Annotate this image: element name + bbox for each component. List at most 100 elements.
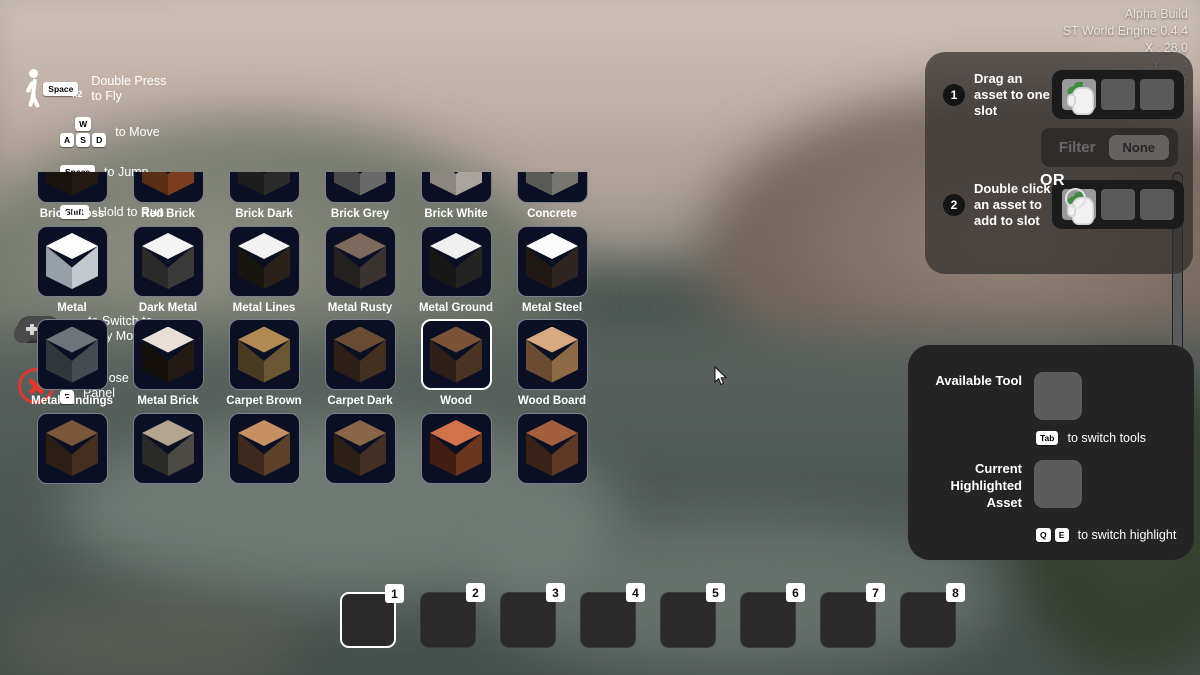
asset-tile-wood-planks[interactable] [132,412,204,484]
cube-icon [526,420,578,476]
available-tool-slot[interactable] [1034,372,1082,420]
help-step-1: 1 Drag an asset to one slot [943,70,1184,119]
cube-icon [334,420,386,476]
asset-grid: Brick Cross Red Brick Brick Dark Brick Grey… [24,172,624,489]
asset-cell: Metal Lines [216,225,312,315]
key-d: D [92,133,107,147]
cube-icon [334,326,386,383]
key-w: W [75,117,92,131]
hotbar: 1 2 3 4 5 6 7 8 [340,583,965,648]
tool-status-panel: Available Tool Tab to switch tools Curre… [908,345,1194,560]
asset-cell: Carpet Dark [312,319,408,408]
hotbar-slot-4[interactable]: 4 [580,583,645,648]
asset-tile-brick-dark[interactable] [228,172,300,203]
asset-tile-metal-steel[interactable] [516,225,588,297]
asset-cell [504,412,600,484]
cube-icon [238,326,290,383]
key-a: A [60,133,75,147]
hotbar-slot-7[interactable]: 7 [820,583,885,648]
asset-label: Carpet Dark [327,395,393,407]
asset-tile-metal[interactable] [36,225,108,297]
cube-icon [46,172,98,196]
cube-icon [142,420,194,476]
asset-tile-wood-panel[interactable] [516,412,588,484]
available-tool-label: Available Tool [935,373,1022,388]
highlighted-asset-label: Current Highlighted Asset [950,461,1023,510]
qe-hint: Q E to switch highlight [1036,528,1176,542]
asset-label: Brick White [424,208,488,220]
asset-tile-wood-red[interactable] [420,412,492,484]
asset-tile-carpet-brown[interactable] [228,319,300,390]
asset-cell: Metal Steel [504,225,600,315]
asset-tile-metal-brick[interactable] [132,319,204,390]
asset-cell [120,412,216,484]
key-multiplier-label: x2 [72,89,83,99]
asset-tile-carpet-dark[interactable] [324,319,396,390]
step-number-1: 1 [943,83,965,106]
asset-cell: Red Brick [120,172,216,221]
asset-cell: Brick Grey [312,172,408,221]
cube-icon [526,233,578,289]
asset-cell: Wood Board [504,319,600,408]
hotbar-slot-8[interactable]: 8 [900,583,965,648]
asset-cell: Carpet Brown [216,319,312,408]
asset-label: Wood Board [517,395,587,407]
asset-tile-metal-ground[interactable] [420,225,492,297]
asset-label: Brick Grey [330,208,390,220]
cube-icon [430,233,482,289]
hotbar-slot-1[interactable]: 1 [340,584,404,648]
cube-icon [46,233,98,289]
cube-icon [46,326,98,383]
highlighted-asset-slot[interactable] [1034,460,1082,508]
hotbar-slot-number: 4 [626,583,645,602]
hotbar-slot-5[interactable]: 5 [660,583,725,648]
key-tab: Tab [1036,431,1059,445]
hotbar-slot-6[interactable]: 6 [740,583,805,648]
hotbar-slot-2[interactable]: 2 [420,583,485,648]
step-number-2: 2 [943,193,965,216]
hotbar-slot-3[interactable]: 3 [500,583,565,648]
asset-tile-wood-board[interactable] [516,319,588,390]
asset-tile-brick-cross[interactable] [36,172,108,203]
movement-row-fly: Space x2 Double Press to Fly [0,69,176,109]
key-group-space-x2: Space x2 [43,82,83,99]
asset-tile-wood-dark[interactable] [324,412,396,484]
asset-tile-brick-grey[interactable] [324,172,396,203]
asset-cell: Metal Brick [120,319,216,408]
available-tool-row: Available Tool [930,372,1082,420]
asset-tile-red-brick[interactable] [132,172,204,203]
asset-tile-brick-white[interactable] [420,172,492,203]
asset-tile-dark-metal[interactable] [132,225,204,297]
cube-icon [334,233,386,289]
asset-tile-wood-light[interactable] [228,412,300,484]
asset-tile-metal-bindings[interactable] [36,319,108,390]
asset-cell [216,412,312,484]
asset-label: Metal Steel [521,301,583,314]
hotbar-slot-number: 5 [706,583,725,602]
hotbar-slot-number: 7 [866,583,885,602]
asset-label: Metal Brick [137,395,199,407]
asset-tile-metal-lines[interactable] [228,225,300,297]
asset-label: Dark Metal [138,301,198,314]
asset-tile-wood-crate[interactable] [36,412,108,484]
cube-icon [142,233,194,289]
movement-row-move: W A S D to Move [0,115,176,149]
asset-cell [312,412,408,484]
drag-hand-icon [1052,70,1184,119]
asset-label: Carpet Brown [226,395,302,407]
asset-cell: Metal Rusty [312,225,408,315]
asset-cell: Brick Dark [216,172,312,221]
mouse-cursor [714,366,728,386]
asset-label: Brick Cross [39,208,105,220]
asset-tile-metal-rusty[interactable] [324,225,396,297]
hud-build-label: Alpha Build [1124,7,1188,21]
asset-label: Metal Ground [418,301,494,314]
cube-icon [142,326,194,383]
asset-cell: Wood [408,319,504,408]
asset-tile-wood[interactable] [420,319,492,390]
asset-cell: Dark Metal [120,225,216,315]
asset-tile-concrete[interactable] [516,172,588,203]
asset-label: Wood [440,395,472,407]
asset-label: Brick Dark [235,208,293,220]
cube-icon [142,172,194,196]
